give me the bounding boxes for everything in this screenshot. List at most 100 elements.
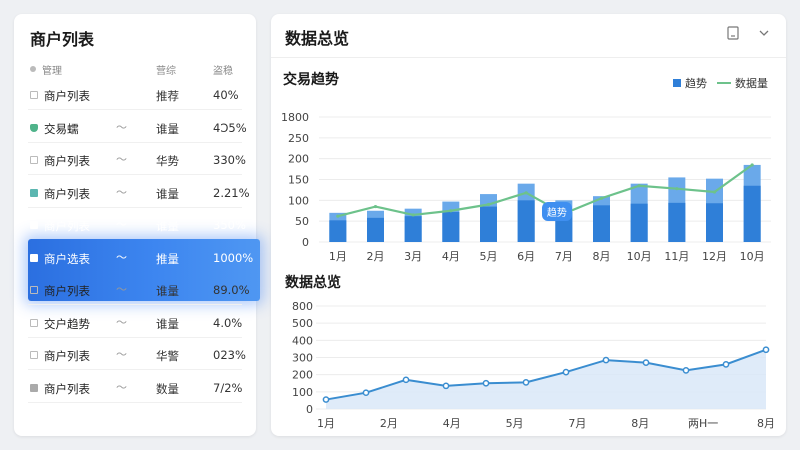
list-item[interactable]: 商户列表 推荐 40%	[14, 80, 256, 110]
list-item-rate: 350%	[213, 218, 246, 232]
line-point[interactable]	[411, 213, 415, 217]
row-divider	[28, 369, 242, 370]
list-item-type: 谁量	[156, 186, 179, 201]
y-tick-label: 100	[292, 386, 313, 399]
x-tick-label: 7月	[555, 250, 573, 263]
bar-inner[interactable]	[743, 185, 761, 242]
data-point[interactable]	[402, 376, 410, 384]
chevron-down-icon[interactable]	[757, 26, 771, 42]
list-item-type: 华警	[156, 349, 179, 363]
data-point[interactable]	[322, 396, 330, 403]
x-tick-label: 11月	[664, 250, 689, 263]
line-point[interactable]	[637, 184, 641, 188]
list-item-name: 商户列表	[44, 186, 90, 201]
data-point[interactable]	[562, 368, 570, 376]
x-tick-label: 6月	[517, 250, 535, 263]
row-divider	[28, 401, 242, 403]
data-point[interactable]	[682, 367, 690, 374]
chart-tooltip-bubble: 趋势	[541, 201, 572, 221]
x-tick-label: 2月	[380, 417, 398, 430]
list-item-type: 推荐	[156, 89, 179, 103]
line-point[interactable]	[486, 202, 491, 207]
line-point[interactable]	[373, 204, 378, 209]
square-icon	[30, 286, 38, 294]
column-header-type[interactable]: 营综	[156, 62, 176, 77]
list-item-rate: 7/2%	[213, 380, 243, 395]
list-item-rate: 1000%	[213, 250, 254, 265]
y-tick-label: 500	[292, 317, 313, 330]
x-tick-label: 1月	[317, 417, 335, 430]
list-item-name: 商户列表	[44, 89, 90, 103]
list-item-name: 商户列表	[44, 381, 90, 396]
list-item-name: 商户列表	[44, 349, 90, 363]
document-icon[interactable]	[726, 26, 740, 42]
bar-inner[interactable]	[668, 202, 686, 242]
bar-inner[interactable]	[329, 220, 347, 242]
list-item-rate: 89.0%	[213, 283, 250, 297]
list-item[interactable]: 交户趋势 〜 谁量 4.0%	[14, 308, 256, 338]
list-item-selected[interactable]: 商户列表 〜 谁量 350%	[14, 210, 256, 240]
chart-legend: 趋势 数据量	[673, 75, 768, 91]
bar-inner[interactable]	[442, 212, 460, 242]
bar-inner[interactable]	[706, 203, 723, 242]
data-point[interactable]	[642, 359, 650, 367]
bar-inner[interactable]	[630, 203, 648, 242]
data-point[interactable]	[442, 382, 450, 390]
bar-inner[interactable]	[480, 206, 497, 242]
bar-inner[interactable]	[593, 205, 610, 242]
square-icon	[30, 91, 38, 99]
legend-label-trend[interactable]: 趋势	[685, 75, 707, 91]
data-point[interactable]	[602, 356, 610, 364]
list-item[interactable]: 商户列表 〜 谁量 2.21%	[14, 178, 256, 208]
list-item-name: 商户列表	[44, 284, 90, 298]
list-item-type: 数量	[156, 381, 179, 396]
data-point[interactable]	[482, 379, 490, 387]
row-divider	[28, 206, 242, 208]
x-tick-label: 10月	[740, 250, 765, 263]
list-item-selected[interactable]: 商户选表 〜 推量 1000%	[14, 243, 256, 273]
data-point[interactable]	[722, 361, 730, 368]
list-item[interactable]: 交易蠕 〜 谁量 4Ɔ5%	[14, 113, 256, 143]
line-point[interactable]	[599, 196, 604, 200]
list-item-rate: 4Ɔ5%	[213, 120, 247, 135]
row-divider	[28, 109, 242, 110]
bar-inner[interactable]	[367, 217, 384, 242]
y-tick-label: 800	[292, 300, 313, 313]
line-point[interactable]	[750, 163, 754, 167]
list-item[interactable]: 商户列表 〜 谁量 89.0%	[14, 275, 256, 305]
list-item-name: 交易蠕	[44, 121, 79, 136]
data-point[interactable]	[362, 389, 370, 397]
square-icon	[30, 156, 38, 164]
legend-label-volume[interactable]: 数据量	[735, 75, 768, 91]
list-item[interactable]: 商户列表 〜 华势 330%	[14, 145, 256, 175]
data-point[interactable]	[762, 346, 770, 354]
dot-icon	[30, 66, 36, 72]
x-tick-label: 5月	[480, 250, 498, 263]
list-item-trend: 〜	[116, 218, 127, 231]
column-header-manage[interactable]: 管理	[42, 62, 62, 77]
bar-inner[interactable]	[517, 200, 535, 242]
y-tick-label: 0	[306, 403, 313, 416]
list-item[interactable]: 商户列表 〜 数量 7/2%	[14, 373, 256, 403]
x-tick-label: 8月	[631, 417, 649, 430]
row-divider	[28, 141, 242, 143]
transaction-trend-chart: 0 50 100 150 200 250 1800 1月 2月 3月 4月 5月 6月 7月 8月 10月 11…	[281, 111, 771, 263]
square-icon	[30, 253, 38, 262]
line-point[interactable]	[675, 187, 679, 191]
bar-inner[interactable]	[404, 216, 422, 242]
x-tick-label: 10月	[627, 250, 652, 263]
list-item-trend: 〜	[116, 283, 127, 296]
header-divider	[271, 57, 786, 58]
list-item[interactable]: 商户列表 〜 华警 023%	[14, 340, 256, 370]
line-point[interactable]	[449, 209, 453, 213]
list-item-trend: 〜	[116, 185, 127, 199]
line-point[interactable]	[712, 190, 717, 194]
line-point[interactable]	[336, 214, 340, 218]
data-point[interactable]	[522, 379, 530, 386]
square-icon	[30, 221, 38, 229]
x-tick-label: 1月	[329, 250, 347, 263]
area-fill	[326, 349, 766, 409]
line-point[interactable]	[524, 191, 528, 195]
column-header-rate[interactable]: 盗稳	[213, 62, 233, 77]
row-divider	[28, 336, 242, 338]
